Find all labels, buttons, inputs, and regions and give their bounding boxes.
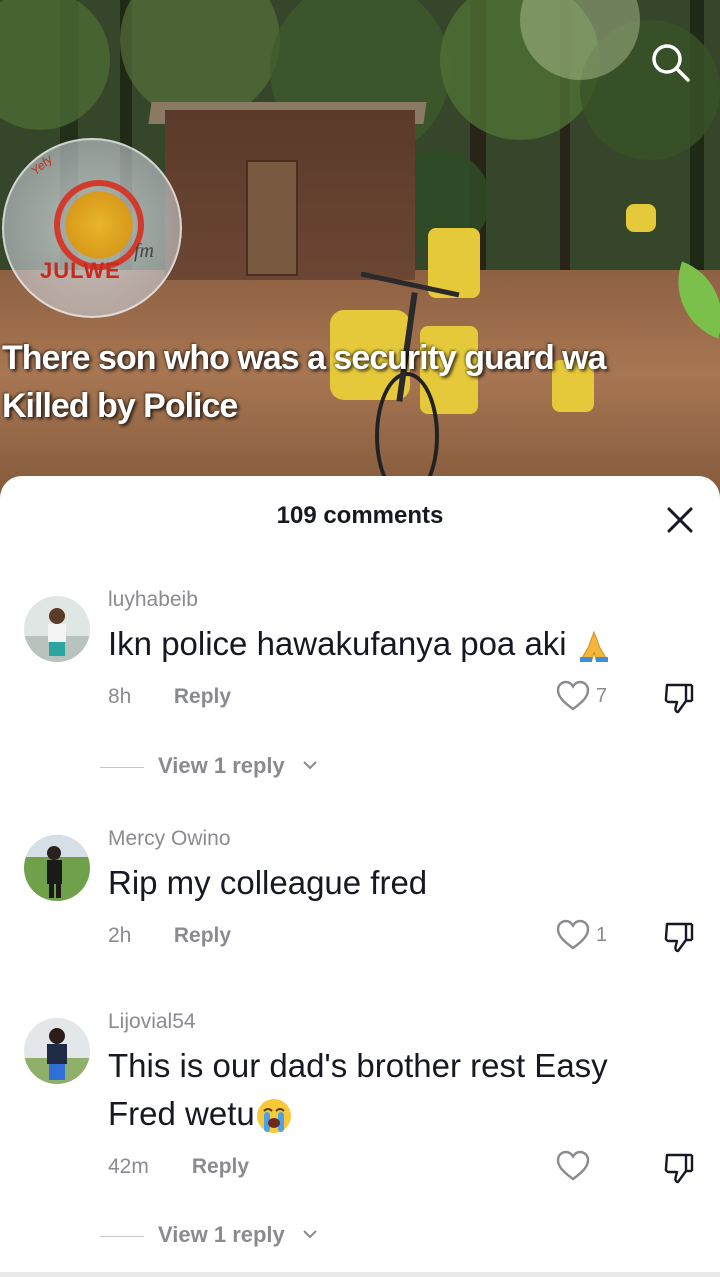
avatar[interactable] — [24, 1018, 90, 1084]
comment-text-content: Ikn police hawakufanya poa aki — [108, 625, 567, 662]
comment-text: Ikn police hawakufanya poa aki — [108, 620, 688, 668]
reply-button[interactable]: Reply — [174, 924, 231, 947]
comment-username[interactable]: Mercy Owino — [108, 827, 231, 851]
avatar[interactable] — [24, 596, 90, 662]
comment-time: 8h — [108, 685, 132, 708]
dislike-icon[interactable] — [662, 920, 696, 954]
bottom-divider — [0, 1272, 720, 1277]
comment-time: 2h — [108, 924, 132, 947]
view-replies-label: View 1 reply — [158, 753, 285, 778]
comment-username[interactable]: luyhabeib — [108, 588, 198, 612]
comments-sheet: 109 comments luyhabeib Ikn police hawaku… — [0, 476, 720, 1277]
like-count: 1 — [596, 924, 608, 946]
avatar-image — [24, 1018, 90, 1084]
close-icon[interactable] — [666, 506, 694, 534]
view-replies-button[interactable]: View 1 reply — [100, 753, 340, 783]
video-caption: There son who was a security guard wa Ki… — [2, 334, 720, 430]
avatar[interactable] — [24, 835, 90, 901]
logo-fm-text: fm — [134, 240, 154, 262]
like-button[interactable]: 7 — [556, 680, 616, 714]
loudly-crying-face-emoji-icon — [256, 1099, 291, 1134]
divider-line — [100, 767, 144, 768]
dislike-icon[interactable] — [662, 1151, 696, 1185]
praying-hands-emoji-icon — [579, 630, 608, 663]
comment-meta: 2h Reply — [108, 924, 231, 948]
comments-count-title: 109 comments — [276, 502, 444, 529]
station-logo: Yefy fm JULWE — [2, 138, 182, 318]
comment-text: This is our dad's brother rest Easy Fred… — [108, 1042, 688, 1138]
comment-text-line-1: This is our dad's brother rest Easy — [108, 1047, 608, 1084]
comment-time: 42m — [108, 1155, 149, 1178]
logo-brand-text: JULWE — [40, 258, 121, 283]
video-player[interactable]: Yefy fm JULWE There son who was a securi… — [0, 0, 720, 500]
comment-meta: 42m Reply — [108, 1155, 249, 1179]
like-button[interactable] — [556, 1150, 616, 1184]
view-replies-label: View 1 reply — [158, 1222, 285, 1247]
comment-meta: 8h Reply — [108, 685, 231, 709]
comment-text-line-2-content: Fred wetu — [108, 1095, 255, 1132]
comment-text: Rip my colleague fred — [108, 864, 428, 901]
search-icon[interactable] — [648, 40, 692, 84]
heart-icon — [556, 919, 590, 950]
like-button[interactable]: 1 — [556, 919, 616, 953]
heart-icon — [556, 680, 590, 711]
caption-line-1: There son who was a security guard wa — [2, 339, 607, 377]
avatar-image — [24, 835, 90, 901]
logo-emblem — [54, 180, 144, 270]
jerrycan — [626, 204, 656, 232]
comment-username[interactable]: Lijovial54 — [108, 1010, 196, 1034]
comment-text-line-2: Fred wetu — [108, 1090, 688, 1138]
reply-button[interactable]: Reply — [192, 1155, 249, 1178]
like-count: 7 — [596, 685, 608, 707]
avatar-image — [24, 596, 90, 662]
dislike-icon[interactable] — [662, 681, 696, 715]
view-replies-button[interactable]: View 1 reply — [100, 1222, 340, 1252]
reply-button[interactable]: Reply — [174, 685, 231, 708]
chevron-down-icon — [303, 1230, 317, 1239]
chevron-down-icon — [303, 761, 317, 770]
caption-line-2: Killed by Police — [2, 387, 238, 425]
comments-header: 109 comments — [0, 476, 720, 556]
heart-icon — [556, 1150, 590, 1181]
hut-door — [246, 160, 298, 276]
divider-line — [100, 1236, 144, 1237]
